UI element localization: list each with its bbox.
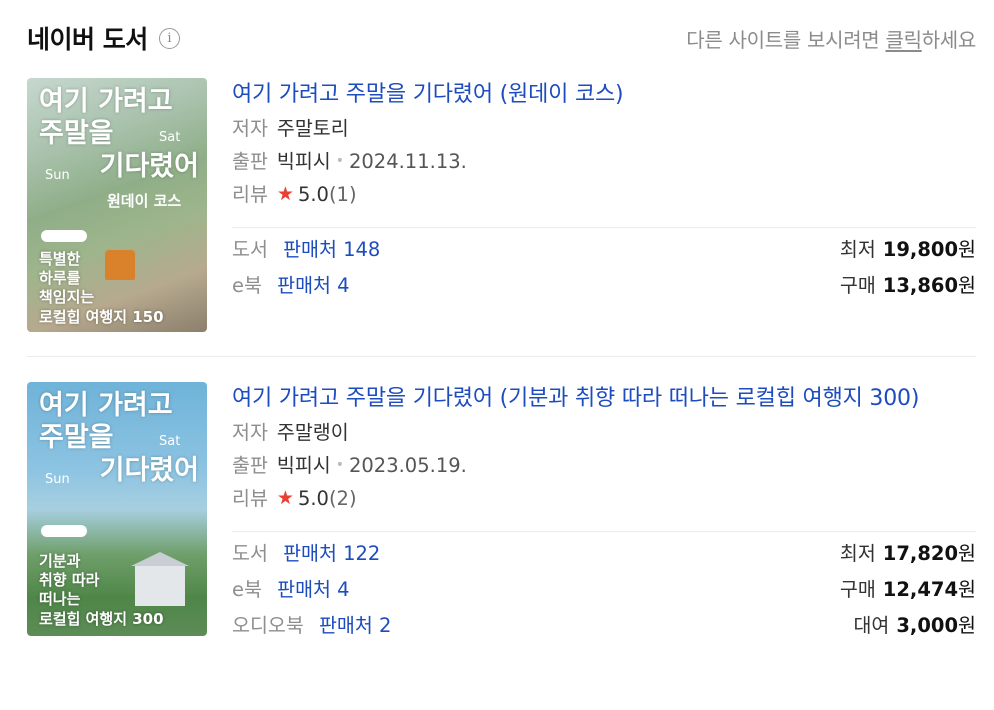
publisher-label: 출판 <box>232 150 268 173</box>
price-row: 도서 판매처 148 최저 19,800원 <box>232 232 976 268</box>
rating-value: 5.0 <box>297 183 329 206</box>
other-site-prefix: 다른 사이트를 보시려면 <box>686 27 886 52</box>
cover-tag3: 떠나는 <box>39 590 81 609</box>
divider <box>232 531 976 532</box>
author-label: 저자 <box>232 117 268 140</box>
price-value: 17,820 <box>882 542 959 565</box>
price-label: 구매 <box>839 274 876 297</box>
review-label: 리뷰 <box>232 487 268 510</box>
review-count: (1) <box>328 183 357 206</box>
star-icon: ★ <box>276 487 294 509</box>
publisher-name: 빅피시 <box>276 150 331 173</box>
cover-title-line2: 주말을 <box>39 422 114 454</box>
publish-date: 2023.05.19. <box>348 454 467 477</box>
cover-tag2: 하루를 <box>39 269 81 288</box>
cover-tag1: 기분과 <box>39 552 81 570</box>
price-unit: 원 <box>958 274 976 297</box>
price-row: e북 판매처 4 구매 13,860원 <box>232 268 976 304</box>
book-title-link[interactable]: 여기 가려고 주말을 기다렸어 (원데이 코스) <box>232 78 976 112</box>
price-row: 도서 판매처 122 최저 17,820원 <box>232 536 976 572</box>
price-label: 최저 <box>839 238 876 261</box>
cover-badge <box>41 525 87 537</box>
cover-subtitle: 원데이 코스 <box>107 192 182 210</box>
format-label: 도서 <box>232 238 268 261</box>
cover-tagline: 기분과 취향 따라 떠나는 로컬힙 여행지 300 <box>39 552 164 629</box>
format-label: e북 <box>232 578 262 601</box>
price-label: 대여 <box>853 614 890 637</box>
section-header: 네이버 도서 i 다른 사이트를 보시려면 클릭하세요 <box>27 18 976 58</box>
book-divider <box>27 356 976 357</box>
price-value: 3,000 <box>896 614 959 637</box>
price-unit: 원 <box>958 542 976 565</box>
publish-date: 2024.11.13. <box>348 150 467 173</box>
book-title-link[interactable]: 여기 가려고 주말을 기다렸어 (기분과 취향 따라 떠나는 로컬힙 여행지 3… <box>232 382 976 416</box>
sellers-link[interactable]: 판매처 122 <box>283 542 380 565</box>
price-label: 최저 <box>839 542 876 565</box>
price-label: 구매 <box>839 578 876 601</box>
price-unit: 원 <box>958 614 976 637</box>
publisher-row: 출판 빅피시 • 2023.05.19. <box>232 449 976 482</box>
author-name: 주말랭이 <box>276 421 349 444</box>
cover-sun-label: Sun <box>45 168 70 183</box>
sellers-link[interactable]: 판매처 4 <box>277 578 349 601</box>
format-label: e북 <box>232 274 262 297</box>
author-label: 저자 <box>232 421 268 444</box>
separator-dot: • <box>335 457 344 473</box>
review-count: (2) <box>328 487 357 510</box>
cover-badge <box>41 230 87 242</box>
cover-title-line1: 여기 가려고 <box>39 390 173 421</box>
review-row: 리뷰 ★ 5.0 (2) <box>232 482 976 515</box>
cover-tag4: 로컬힙 여행지 300 <box>39 609 164 628</box>
other-site-notice: 다른 사이트를 보시려면 클릭하세요 <box>686 24 976 53</box>
book-cover[interactable]: 여기 가려고 주말을 기다렸어 Sat Sun 원데이 코스 특별한 하루를 책… <box>27 78 207 332</box>
other-site-suffix: 하세요 <box>921 27 977 52</box>
separator-dot: • <box>335 153 344 169</box>
publisher-row: 출판 빅피시 • 2024.11.13. <box>232 145 976 178</box>
format-label: 도서 <box>232 542 268 565</box>
section-title-text: 네이버 도서 <box>27 25 148 54</box>
book-cover[interactable]: 여기 가려고 주말을 기다렸어 Sat Sun 기분과 취향 따라 떠나는 로컬… <box>27 382 207 636</box>
price-unit: 원 <box>958 578 976 601</box>
price-value: 19,800 <box>882 238 959 261</box>
sellers-link[interactable]: 판매처 148 <box>283 238 380 261</box>
price-row: 오디오북 판매처 2 대여 3,000원 <box>232 608 976 644</box>
cover-sat-label: Sat <box>159 434 181 449</box>
price-value: 12,474 <box>882 578 959 601</box>
sellers-link[interactable]: 판매처 4 <box>277 274 349 297</box>
cover-sat-label: Sat <box>159 130 181 145</box>
sellers-link[interactable]: 판매처 2 <box>319 614 391 637</box>
star-icon: ★ <box>276 183 294 205</box>
cover-tag1: 특별한 <box>39 250 81 268</box>
section-title: 네이버 도서 i <box>27 20 180 56</box>
publisher-name: 빅피시 <box>276 454 331 477</box>
price-row: e북 판매처 4 구매 12,474원 <box>232 572 976 608</box>
rating-value: 5.0 <box>297 487 329 510</box>
price-unit: 원 <box>958 238 976 261</box>
format-label: 오디오북 <box>232 614 304 637</box>
cover-title-line2: 주말을 <box>39 118 114 150</box>
author-name: 주말토리 <box>276 117 349 140</box>
author-row: 저자 주말랭이 <box>232 416 976 449</box>
cover-tagline: 특별한 하루를 책임지는 로컬힙 여행지 150 <box>39 250 164 327</box>
price-value: 13,860 <box>882 274 959 297</box>
review-row: 리뷰 ★ 5.0 (1) <box>232 178 976 211</box>
book-info: 여기 가려고 주말을 기다렸어 (기분과 취향 따라 떠나는 로컬힙 여행지 3… <box>232 382 976 644</box>
publisher-label: 출판 <box>232 454 268 477</box>
info-icon[interactable]: i <box>158 27 180 49</box>
author-row: 저자 주말토리 <box>232 112 976 145</box>
cover-tag2: 취향 따라 <box>39 571 100 590</box>
cover-title-line1: 여기 가려고 <box>39 86 173 117</box>
cover-sun-label: Sun <box>45 472 70 487</box>
divider <box>232 227 976 228</box>
other-site-link[interactable]: 클릭 <box>885 28 922 52</box>
review-label: 리뷰 <box>232 183 268 206</box>
cover-tag3: 책임지는 <box>39 288 95 307</box>
book-info: 여기 가려고 주말을 기다렸어 (원데이 코스) 저자 주말토리 출판 빅피시 … <box>232 78 976 304</box>
cover-tag4: 로컬힙 여행지 150 <box>39 307 164 326</box>
